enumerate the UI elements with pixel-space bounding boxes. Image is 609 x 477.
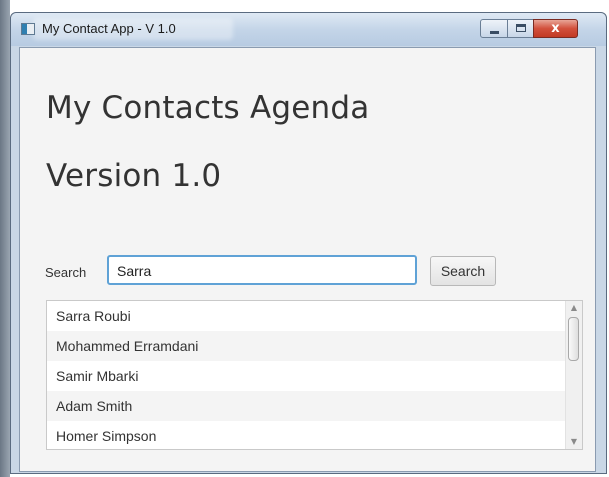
maximize-button[interactable]	[507, 19, 534, 38]
window-title: My Contact App - V 1.0	[42, 21, 176, 36]
minimize-icon	[490, 31, 499, 34]
list-item[interactable]: Sarra Roubi	[47, 301, 565, 331]
scroll-up-arrow-icon[interactable]: ▲	[566, 301, 582, 315]
list-item[interactable]: Homer Simpson	[47, 421, 565, 449]
contact-list[interactable]: Sarra Roubi Mohammed Erramdani Samir Mba…	[46, 300, 583, 450]
list-item[interactable]: Adam Smith	[47, 391, 565, 421]
search-button[interactable]: Search	[430, 256, 496, 286]
desktop-background	[0, 0, 10, 477]
app-window: My Contact App - V 1.0 x My Contacts Age…	[10, 12, 607, 474]
list-item[interactable]: Samir Mbarki	[47, 361, 565, 391]
window-content: My Contacts Agenda Version 1.0 Search Se…	[19, 47, 596, 472]
app-window-icon[interactable]	[21, 23, 35, 35]
vertical-scrollbar[interactable]: ▲ ▼	[565, 301, 582, 449]
title-bar[interactable]: My Contact App - V 1.0 x	[11, 13, 606, 46]
list-item[interactable]: Mohammed Erramdani	[47, 331, 565, 361]
scroll-down-arrow-icon[interactable]: ▼	[566, 435, 582, 449]
close-button[interactable]: x	[533, 19, 578, 38]
scroll-thumb[interactable]	[568, 317, 579, 361]
page-title: My Contacts Agenda	[46, 90, 370, 126]
maximize-icon	[516, 24, 526, 32]
search-input[interactable]	[107, 255, 417, 285]
version-title: Version 1.0	[46, 158, 222, 194]
close-icon: x	[551, 21, 560, 36]
search-label: Search	[45, 265, 87, 280]
minimize-button[interactable]	[480, 19, 508, 38]
